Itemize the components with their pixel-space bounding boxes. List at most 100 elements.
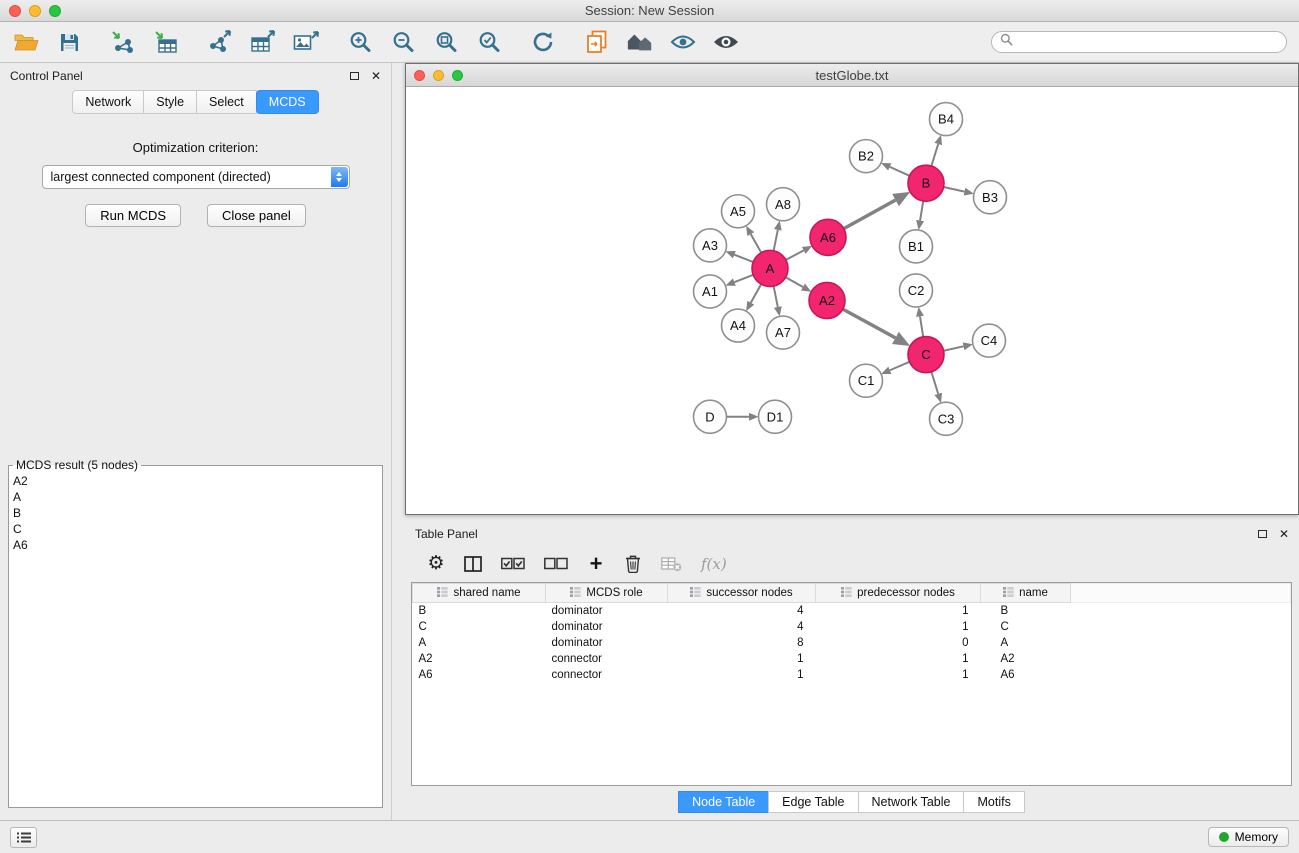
- network-minimize-button[interactable]: [433, 70, 444, 81]
- network-edge-B-B1[interactable]: [920, 201, 923, 220]
- cell-name[interactable]: A2: [981, 651, 1071, 667]
- import-network-icon[interactable]: [109, 28, 137, 56]
- mcds-result-list[interactable]: A2ABCA6: [9, 472, 382, 554]
- network-edge-A-A7[interactable]: [774, 286, 778, 307]
- cell-successor-nodes[interactable]: 4: [668, 619, 816, 635]
- zoom-in-icon[interactable]: [346, 28, 374, 56]
- table-settings-gear-icon[interactable]: ⚙: [427, 554, 445, 573]
- show-columns-icon[interactable]: [464, 556, 482, 572]
- memory-button[interactable]: Memory: [1208, 827, 1289, 847]
- add-row-icon[interactable]: +: [587, 553, 605, 575]
- column-header-name[interactable]: name: [981, 584, 1071, 603]
- float-panel-icon[interactable]: [350, 72, 359, 80]
- refresh-icon[interactable]: [529, 28, 557, 56]
- table-row-c[interactable]: Cdominator41C: [413, 619, 1291, 635]
- cell-shared-name[interactable]: A2: [413, 651, 546, 667]
- task-history-button[interactable]: [10, 827, 37, 848]
- cell-predecessor-nodes[interactable]: 0: [816, 635, 981, 651]
- cell-mcds-role[interactable]: dominator: [546, 619, 668, 635]
- network-close-button[interactable]: [414, 70, 425, 81]
- tab-network[interactable]: Network: [72, 90, 144, 114]
- style-preview-icon[interactable]: [669, 28, 697, 56]
- cell-successor-nodes[interactable]: 1: [668, 651, 816, 667]
- dropdown-stepper-icon[interactable]: [331, 167, 348, 187]
- network-edge-B-B2[interactable]: [890, 167, 910, 176]
- cell-name[interactable]: A6: [981, 667, 1071, 683]
- column-header-predecessor-nodes[interactable]: predecessor nodes: [816, 584, 981, 603]
- function-builder-icon[interactable]: f(x): [701, 555, 727, 573]
- zoom-selected-icon[interactable]: [475, 28, 503, 56]
- network-edge-C-C2[interactable]: [920, 316, 923, 336]
- tab-select[interactable]: Select: [196, 90, 257, 114]
- network-edge-A-A5[interactable]: [751, 234, 761, 253]
- table-row-b[interactable]: Bdominator41B: [413, 603, 1291, 619]
- delete-table-icon[interactable]: [661, 556, 682, 572]
- mcds-result-item-a2[interactable]: A2: [13, 473, 378, 489]
- cell-predecessor-nodes[interactable]: 1: [816, 603, 981, 619]
- tab-mcds[interactable]: MCDS: [256, 90, 319, 114]
- cell-predecessor-nodes[interactable]: 1: [816, 619, 981, 635]
- open-session-icon[interactable]: [12, 28, 40, 56]
- zoom-window-button[interactable]: [49, 5, 61, 17]
- column-header-shared-name[interactable]: shared name: [413, 584, 546, 603]
- mcds-result-item-a6[interactable]: A6: [13, 537, 378, 553]
- import-table-icon[interactable]: [152, 28, 180, 56]
- export-table-icon[interactable]: [249, 28, 277, 56]
- network-file-icon[interactable]: [583, 28, 611, 56]
- table-row-a2[interactable]: A2connector11A2: [413, 651, 1291, 667]
- table-tab-network-table[interactable]: Network Table: [858, 791, 965, 813]
- cell-successor-nodes[interactable]: 4: [668, 603, 816, 619]
- network-canvas[interactable]: B4B2BB3A8A5A6A3B1AC2A1A2A4A7C4CC1DD1C3: [406, 87, 1298, 514]
- network-edge-A-A6[interactable]: [786, 250, 804, 260]
- cell-predecessor-nodes[interactable]: 1: [816, 651, 981, 667]
- network-window-titlebar[interactable]: testGlobe.txt: [406, 64, 1298, 87]
- zoom-out-icon[interactable]: [389, 28, 417, 56]
- network-edge-C-C1[interactable]: [890, 362, 910, 370]
- network-zoom-button[interactable]: [452, 70, 463, 81]
- table-row-a[interactable]: Adominator80A: [413, 635, 1291, 651]
- export-network-icon[interactable]: [206, 28, 234, 56]
- network-edge-A-A1[interactable]: [734, 275, 753, 282]
- zoom-fit-icon[interactable]: [432, 28, 460, 56]
- close-panel-icon[interactable]: ✕: [371, 70, 381, 82]
- table-float-panel-icon[interactable]: [1258, 530, 1267, 538]
- cell-shared-name[interactable]: A6: [413, 667, 546, 683]
- table-tab-motifs[interactable]: Motifs: [963, 791, 1024, 813]
- delete-rows-icon[interactable]: [624, 554, 642, 573]
- select-all-rows-icon[interactable]: [501, 557, 525, 570]
- close-panel-button[interactable]: Close panel: [207, 204, 306, 227]
- mcds-result-item-c[interactable]: C: [13, 521, 378, 537]
- save-session-icon[interactable]: [55, 28, 83, 56]
- node-table-container[interactable]: shared nameMCDS rolesuccessor nodesprede…: [411, 582, 1292, 786]
- minimize-window-button[interactable]: [29, 5, 41, 17]
- table-row-a6[interactable]: A6connector11A6: [413, 667, 1291, 683]
- column-header-mcds-role[interactable]: MCDS role: [546, 584, 668, 603]
- cell-shared-name[interactable]: B: [413, 603, 546, 619]
- mcds-result-item-b[interactable]: B: [13, 505, 378, 521]
- cell-successor-nodes[interactable]: 1: [668, 667, 816, 683]
- network-edge-A-A8[interactable]: [774, 230, 778, 251]
- cell-shared-name[interactable]: C: [413, 619, 546, 635]
- cell-name[interactable]: A: [981, 635, 1071, 651]
- cell-mcds-role[interactable]: dominator: [546, 603, 668, 619]
- cell-successor-nodes[interactable]: 8: [668, 635, 816, 651]
- cell-name[interactable]: B: [981, 603, 1071, 619]
- network-edge-C-C4[interactable]: [944, 346, 964, 350]
- network-edge-B-B3[interactable]: [944, 187, 965, 192]
- network-edge-A-A2[interactable]: [786, 277, 803, 287]
- mcds-result-item-a[interactable]: A: [13, 489, 378, 505]
- network-graph[interactable]: B4B2BB3A8A5A6A3B1AC2A1A2A4A7C4CC1DD1C3: [406, 87, 1298, 514]
- table-tab-node-table[interactable]: Node Table: [678, 791, 769, 813]
- optimization-criterion-dropdown[interactable]: largest connected component (directed): [42, 165, 350, 189]
- network-edge-A2-C[interactable]: [843, 309, 896, 338]
- cell-mcds-role[interactable]: connector: [546, 667, 668, 683]
- tab-style[interactable]: Style: [143, 90, 197, 114]
- network-edge-B-B4[interactable]: [931, 144, 938, 166]
- cell-predecessor-nodes[interactable]: 1: [816, 667, 981, 683]
- table-close-panel-icon[interactable]: ✕: [1279, 528, 1289, 540]
- network-edge-A-A4[interactable]: [751, 284, 761, 303]
- show-graphics-details-icon[interactable]: [712, 28, 740, 56]
- run-mcds-button[interactable]: Run MCDS: [85, 204, 181, 227]
- close-window-button[interactable]: [9, 5, 21, 17]
- home-icon[interactable]: [626, 28, 654, 56]
